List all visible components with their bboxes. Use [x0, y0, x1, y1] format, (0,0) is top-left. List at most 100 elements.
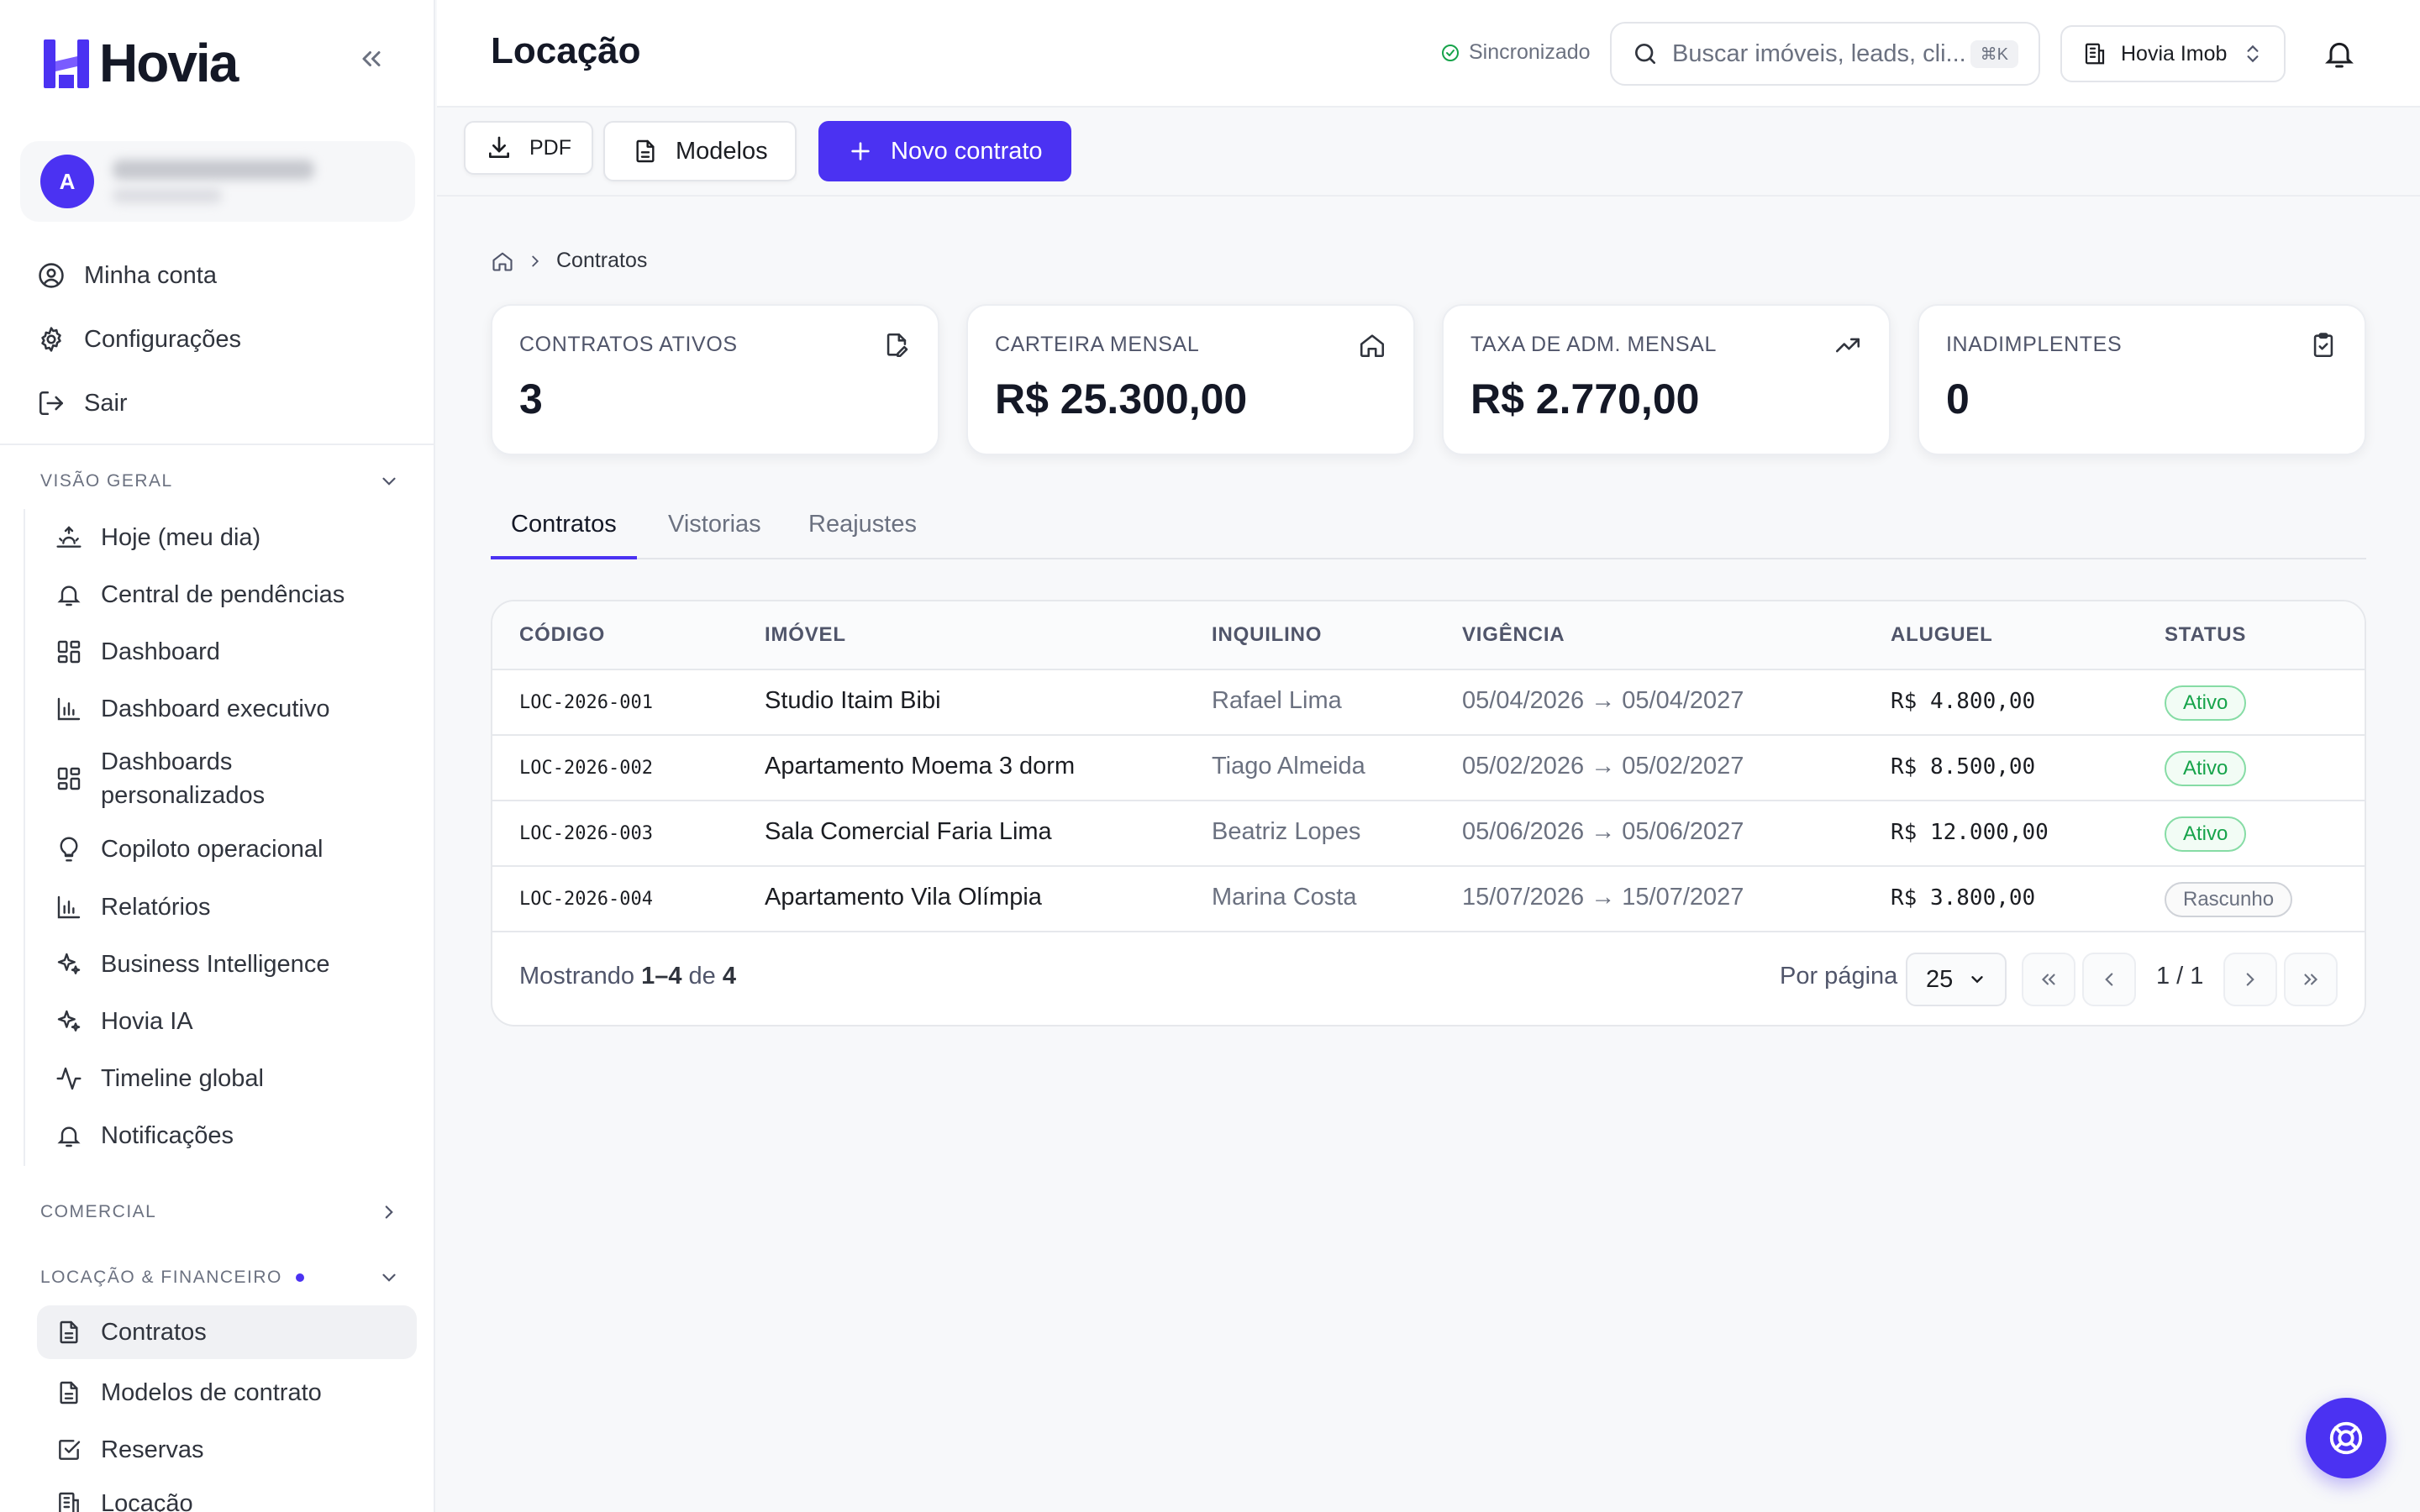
user-circle-icon [39, 263, 64, 288]
search-shortcut-badge: ⌘K [1970, 39, 2018, 68]
column-header-property[interactable]: IMÓVEL [765, 623, 846, 647]
templates-label: Modelos [676, 137, 768, 165]
section-commercial-toggle[interactable]: COMERCIAL [40, 1201, 400, 1223]
cell-code: LOC-2026-002 [519, 758, 653, 779]
logout-link[interactable]: Sair [37, 371, 241, 435]
cell-period: 15/07/2026 → 15/07/2027 [1462, 884, 1744, 911]
settings-label: Configurações [84, 325, 241, 353]
home-icon[interactable] [491, 249, 514, 273]
templates-button[interactable]: Modelos [603, 121, 797, 181]
section-rental-title: LOCAÇÃO & FINANCEIRO [40, 1268, 282, 1287]
sidebar-item-copilot[interactable]: Copiloto operacional [25, 820, 415, 879]
activity-icon [56, 1067, 82, 1090]
bell-icon [57, 1126, 81, 1147]
prev-page-button[interactable] [2082, 953, 2136, 1006]
my-account-link[interactable]: Minha conta [37, 244, 241, 307]
search-input[interactable]: Buscar imóveis, leads, cli... ⌘K [1610, 22, 2040, 86]
chevron-down-icon [382, 477, 396, 486]
sidebar-item-label: Modelos de contrato [101, 1379, 322, 1406]
user-card[interactable]: A [20, 141, 415, 222]
cell-code: LOC-2026-004 [519, 889, 653, 910]
logout-icon [39, 391, 64, 416]
section-overview-toggle[interactable]: VISÃO GERAL [40, 470, 400, 492]
tab-contracts[interactable]: Contratos [491, 511, 637, 559]
download-icon [489, 136, 509, 158]
bar-chart-icon [57, 697, 81, 721]
avatar: A [40, 155, 94, 208]
unread-dot [295, 1273, 304, 1282]
column-header-code[interactable]: CÓDIGO [519, 623, 605, 647]
cell-tenant: Tiago Almeida [1212, 753, 1365, 780]
stat-value: R$ 25.300,00 [995, 375, 1248, 423]
stat-value: 3 [519, 375, 543, 423]
per-page-label: Por página [1780, 963, 1898, 990]
column-header-rent[interactable]: ALUGUEL [1891, 623, 1993, 647]
chevron-down-icon [1971, 976, 1983, 984]
showing-prefix: Mostrando [519, 963, 635, 990]
sidebar-item-executive-dashboard[interactable]: Dashboard executivo [25, 680, 415, 738]
column-header-tenant[interactable]: INQUILINO [1212, 623, 1322, 647]
sidebar-item-label: Hovia IA [101, 1008, 193, 1035]
sidebar-item-contracts[interactable]: Contratos [37, 1305, 417, 1359]
sidebar-item-rental[interactable]: Locação [25, 1477, 415, 1512]
sidebar-item-contract-templates[interactable]: Modelos de contrato [25, 1362, 415, 1423]
column-header-period[interactable]: VIGÊNCIA [1462, 623, 1565, 647]
chevron-right-icon [385, 1205, 393, 1219]
new-contract-button[interactable]: Novo contrato [818, 121, 1071, 181]
sidebar-item-today[interactable]: Hoje (meu dia) [25, 509, 415, 566]
per-page-select[interactable]: 25 [1906, 953, 2007, 1006]
sidebar-item-label: Dashboard executivo [101, 696, 330, 722]
sidebar-item-dashboard[interactable]: Dashboard [25, 623, 415, 680]
section-commercial-title: COMERCIAL [40, 1202, 157, 1221]
tab-inspections[interactable]: Vistorias [668, 511, 761, 559]
table-row[interactable]: LOC-2026-004 Apartamento Vila Olímpia Ma… [492, 867, 2365, 932]
sidebar-item-custom-dashboards[interactable]: Dashboards personalizados [25, 738, 415, 820]
settings-link[interactable]: Configurações [37, 307, 241, 371]
last-page-button[interactable] [2284, 953, 2338, 1006]
section-rental-toggle[interactable]: LOCAÇÃO & FINANCEIRO [40, 1267, 400, 1289]
stat-card-monthly-portfolio: CARTEIRA MENSAL R$ 25.300,00 [966, 304, 1415, 455]
sidebar-item-timeline[interactable]: Timeline global [25, 1050, 415, 1107]
next-page-button[interactable] [2223, 953, 2277, 1006]
sidebar-item-bi[interactable]: Business Intelligence [25, 936, 415, 993]
brand-name: Hovia [99, 33, 239, 93]
chevron-left-icon [2105, 973, 2113, 986]
stat-label: INADIMPLENTES [1946, 333, 2123, 356]
sidebar-item-pending[interactable]: Central de pendências [25, 566, 415, 623]
first-page-button[interactable] [2022, 953, 2075, 1006]
export-pdf-label: PDF [529, 135, 571, 160]
column-header-status[interactable]: STATUS [2165, 623, 2246, 647]
cell-period: 05/06/2026 → 05/06/2027 [1462, 818, 1744, 845]
collapse-sidebar-button[interactable] [356, 44, 387, 74]
sidebar-item-label: Central de pendências [101, 581, 345, 608]
sidebar-item-reservations[interactable]: Reservas [25, 1423, 415, 1477]
help-button[interactable] [2306, 1398, 2386, 1478]
sidebar-divider [0, 444, 434, 445]
sparkles-icon [57, 1010, 81, 1032]
gear-icon [41, 327, 61, 352]
stat-label: CARTEIRA MENSAL [995, 333, 1200, 356]
page-indicator: 1 / 1 [2156, 963, 2204, 990]
chevrons-up-down-icon [2247, 45, 2259, 63]
table-row[interactable]: LOC-2026-003 Sala Comercial Faria Lima B… [492, 801, 2365, 867]
table-header: CÓDIGO IMÓVEL INQUILINO VIGÊNCIA ALUGUEL… [492, 601, 2365, 670]
status-badge: Ativo [2165, 751, 2247, 786]
status-badge: Rascunho [2165, 882, 2293, 917]
page-title: Locação [491, 30, 641, 71]
cell-rent: R$ 3.800,00 [1891, 885, 2036, 911]
export-pdf-button[interactable]: PDF [464, 121, 593, 175]
sidebar-item-notifications[interactable]: Notificações [25, 1107, 415, 1164]
brand-logo[interactable]: Hovia [42, 32, 239, 94]
table-row[interactable]: LOC-2026-002 Apartamento Moema 3 dorm Ti… [492, 736, 2365, 801]
chevron-right-icon [532, 255, 539, 266]
tab-adjustments[interactable]: Reajustes [808, 511, 917, 559]
sync-status-label: Sincronizado [1469, 40, 1591, 64]
check-circle-icon [1442, 44, 1459, 61]
table-row[interactable]: LOC-2026-001 Studio Itaim Bibi Rafael Li… [492, 670, 2365, 736]
notifications-button[interactable] [2323, 37, 2356, 71]
sidebar-item-reports[interactable]: Relatórios [25, 879, 415, 936]
org-switcher[interactable]: Hovia Imob [2060, 25, 2286, 82]
sidebar-item-hovia-ai[interactable]: Hovia IA [25, 993, 415, 1050]
chevrons-right-icon [2304, 974, 2318, 985]
sidebar-item-label: Business Intelligence [101, 951, 330, 978]
